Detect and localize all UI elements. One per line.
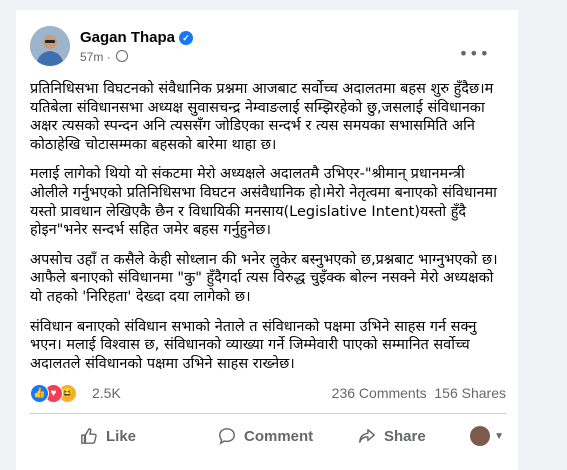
engagement-counts: 236 Comments 156 Shares [332, 385, 506, 401]
author-avatar[interactable] [30, 26, 70, 66]
shares-count[interactable]: 156 Shares [434, 385, 506, 401]
reaction-count[interactable]: 2.5K [92, 385, 121, 401]
post-paragraph: प्रतिनिधिसभा विघटनको संवैधानिक प्रश्नमा … [30, 81, 494, 153]
post-card: Gagan Thapa ✓ 57m · ••• प्रतिनिधिसभा विघट… [16, 10, 518, 470]
engagement-bar: 👍 ♥ 😆 2.5K 236 Comments 156 Shares [30, 384, 506, 404]
author-name-text[interactable]: Gagan Thapa [80, 29, 175, 46]
post-paragraph: अपसोच उहाँ त कसैले केही सोध्लान की भनेर … [30, 251, 498, 305]
profile-avatar-icon [470, 426, 491, 446]
meta-separator: · [106, 50, 111, 64]
post-meta: 57m · [80, 50, 129, 64]
post-text: प्रतिनिधिसभा विघटनको संवैधानिक प्रश्नमा … [30, 80, 506, 384]
globe-icon [116, 50, 129, 62]
comments-count[interactable]: 236 Comments [332, 385, 427, 401]
share-label[interactable]: Share [384, 428, 426, 445]
post-paragraph: मलाई लागेको थियो यो संकटमा मेरो अध्यक्षल… [30, 166, 497, 239]
like-reaction-icon[interactable]: 👍 [30, 384, 49, 403]
share-button[interactable]: Share [358, 414, 426, 458]
verified-badge-icon: ✓ [179, 31, 194, 45]
comment-button[interactable]: Comment [218, 414, 313, 458]
like-button[interactable]: Like [80, 414, 136, 458]
post-actions: Like Comment Share ▼ [30, 414, 506, 458]
more-options-icon[interactable]: ••• [459, 44, 490, 63]
share-arrow-icon [359, 428, 375, 444]
like-label[interactable]: Like [106, 428, 136, 445]
thumbs-up-icon [81, 428, 97, 444]
post-paragraph: संविधान बनाएको संविधान सभाको नेताले त सं… [30, 318, 477, 372]
audience-selector[interactable]: ▼ [470, 426, 504, 446]
author-name[interactable]: Gagan Thapa ✓ [80, 29, 194, 46]
chevron-down-icon: ▼ [494, 430, 504, 442]
post-time[interactable]: 57m [80, 50, 103, 64]
comment-label[interactable]: Comment [244, 428, 313, 445]
post-header: Gagan Thapa ✓ 57m · ••• [30, 26, 508, 66]
comment-icon [219, 428, 235, 445]
